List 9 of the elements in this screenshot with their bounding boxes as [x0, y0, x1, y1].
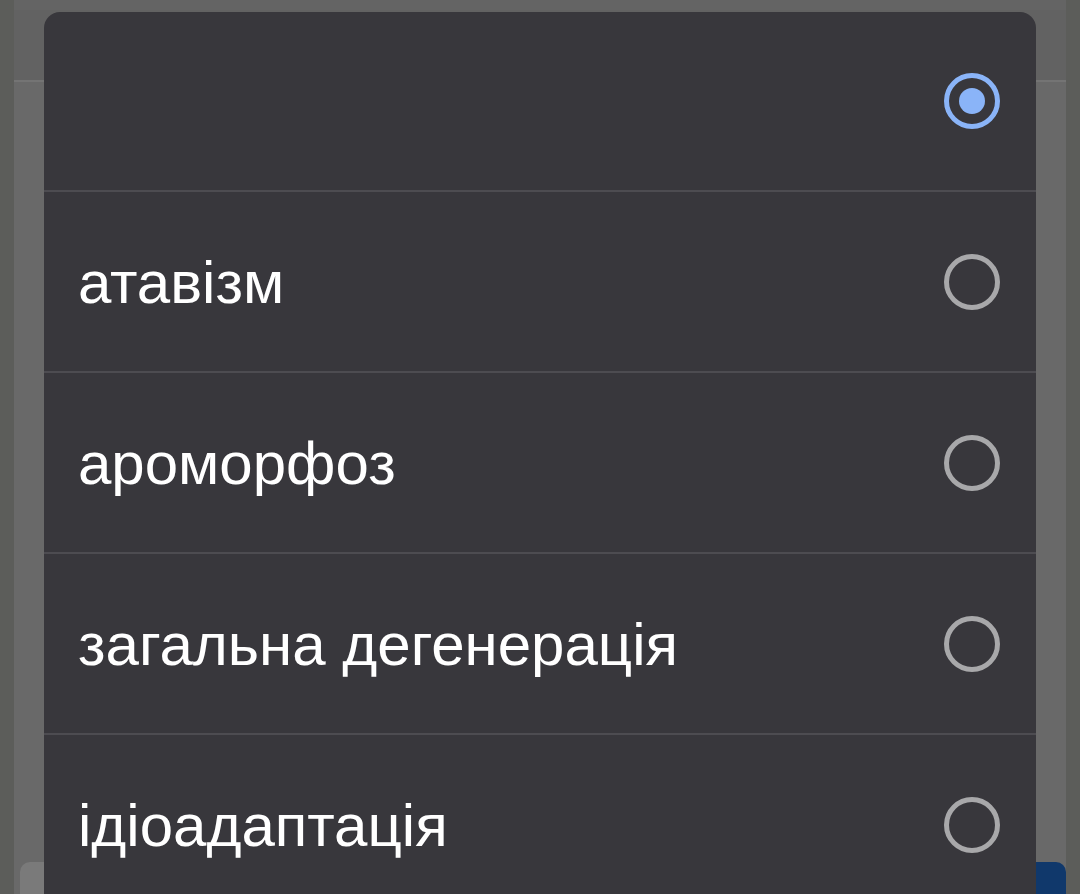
radio-button[interactable]	[944, 73, 1000, 129]
radio-button[interactable]	[944, 253, 1000, 310]
option-item[interactable]: ароморфоз	[44, 371, 1036, 552]
radio-button[interactable]	[944, 434, 1000, 491]
option-item[interactable]: ідіоадаптація	[44, 733, 1036, 894]
option-item[interactable]: загальна дегенерація	[44, 552, 1036, 733]
option-item[interactable]: атавізм	[44, 190, 1036, 371]
radio-button[interactable]	[944, 796, 1000, 853]
radio-button[interactable]	[944, 615, 1000, 672]
